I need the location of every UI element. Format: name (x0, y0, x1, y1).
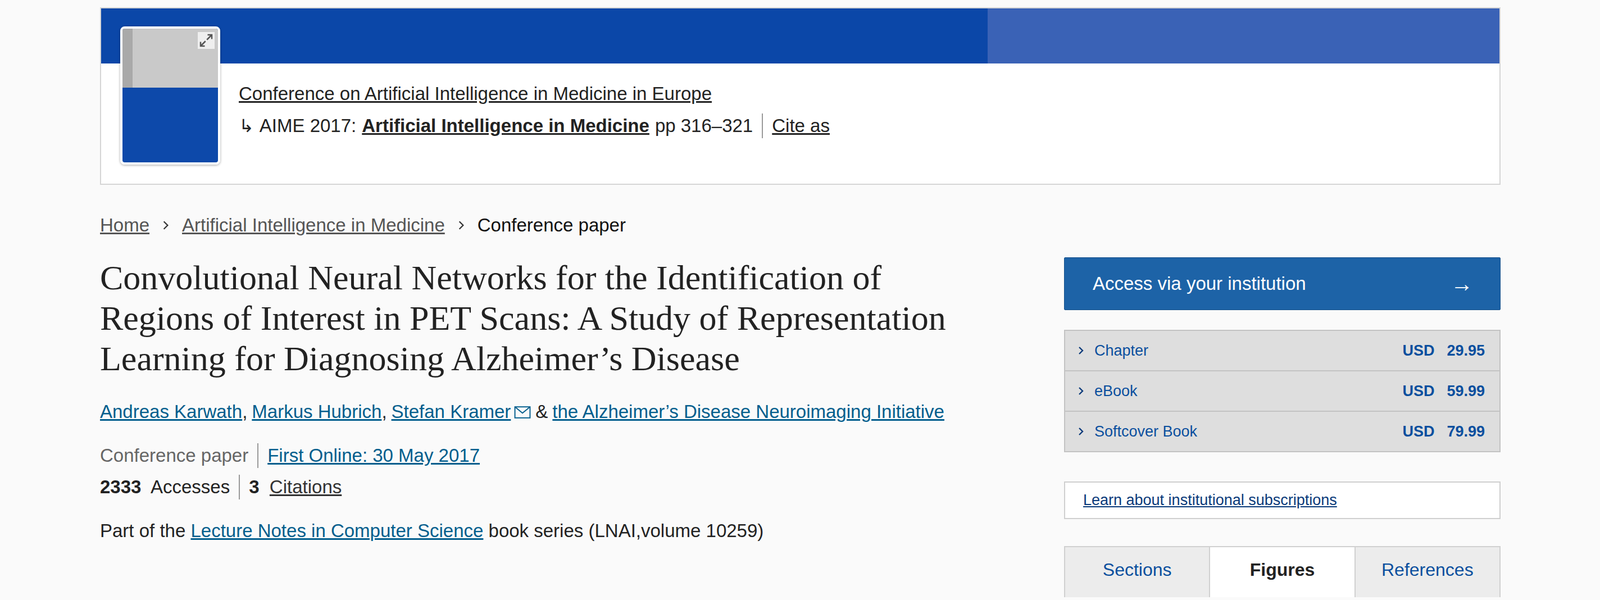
citations-link[interactable]: Citations (269, 476, 342, 498)
accesses: 2333 Accesses (100, 474, 230, 500)
content-type: Conference paper (100, 443, 249, 468)
pages: pp 316–321 (655, 113, 753, 139)
series-row: Part of the Lecture Notes in Computer Sc… (100, 518, 1023, 544)
author-link[interactable]: Andreas Karwath (100, 401, 243, 422)
conference-series-link[interactable]: Conference on Artificial Intelligence in… (238, 81, 830, 107)
page: Conference on Artificial Intelligence in… (0, 0, 1600, 598)
purchase-option[interactable]: Softcover BookUSD79.99 (1065, 410, 1500, 452)
chevron-right-icon (1076, 426, 1086, 436)
first-online-link[interactable]: First Online: 30 May 2017 (257, 443, 480, 468)
sub-arrow: ↳ (238, 113, 254, 139)
envelope-icon[interactable] (514, 406, 531, 419)
metrics-row: 2333 Accesses 3 Citations (100, 474, 1023, 500)
author-link[interactable]: Markus Hubrich (251, 401, 382, 422)
chevron-right-icon (456, 220, 467, 231)
breadcrumb-current: Conference paper (477, 212, 626, 238)
purchase-option[interactable]: eBookUSD59.99 (1065, 370, 1500, 411)
tab-bar: SectionsFiguresReferences (1064, 546, 1501, 598)
author-link[interactable]: the Alzheimer’s Disease Neuroimaging Ini… (552, 401, 945, 422)
chevron-right-icon (160, 220, 171, 231)
citations: 3 Citations (238, 474, 342, 500)
tab[interactable]: Sections (1065, 547, 1211, 598)
breadcrumb-link[interactable]: Artificial Intelligence in Medicine (182, 212, 445, 238)
book-cover[interactable] (120, 26, 221, 165)
purchase-options: ChapterUSD29.95eBookUSD59.99Softcover Bo… (1064, 329, 1501, 453)
purchase-option[interactable]: ChapterUSD29.95 (1065, 330, 1500, 371)
expand-icon[interactable] (197, 32, 215, 49)
article-main: Convolutional Neural Networks for the Id… (100, 257, 1023, 598)
series-link[interactable]: Lecture Notes in Computer Science (190, 520, 484, 542)
header-band (101, 8, 1500, 64)
book-line: ↳AIME 2017:Artificial Intelligence in Me… (238, 113, 830, 139)
subscriptions-box: Learn about institutional subscriptions (1064, 481, 1501, 520)
tab[interactable]: References (1355, 547, 1500, 598)
book-header: Conference on Artificial Intelligence in… (100, 7, 1501, 185)
breadcrumb-link[interactable]: Home (100, 212, 150, 238)
author-link[interactable]: Stefan Kramer (391, 401, 512, 422)
chevron-right-icon (1076, 386, 1086, 396)
book-link[interactable]: Artificial Intelligence in Medicine (361, 113, 650, 139)
tab[interactable]: Figures (1210, 547, 1356, 598)
cite-as-link[interactable]: Cite as (761, 113, 830, 139)
breadcrumb: Home Artificial Intelligence in Medicine C… (100, 212, 1501, 238)
meta-row: Conference paper First Online: 30 May 201… (100, 443, 1023, 468)
author-list: Andreas Karwath,Markus Hubrich,Stefan Kr… (100, 399, 1023, 425)
conference-label: AIME 2017: (259, 113, 357, 139)
chevron-right-icon (1076, 346, 1086, 356)
subscriptions-link[interactable]: Learn about institutional subscriptions (1083, 491, 1338, 509)
article-title: Convolutional Neural Networks for the Id… (100, 257, 999, 379)
sidebar: Access via your institution→ ChapterUSD29… (1064, 257, 1501, 598)
access-button[interactable]: Access via your institution→ (1064, 257, 1501, 311)
